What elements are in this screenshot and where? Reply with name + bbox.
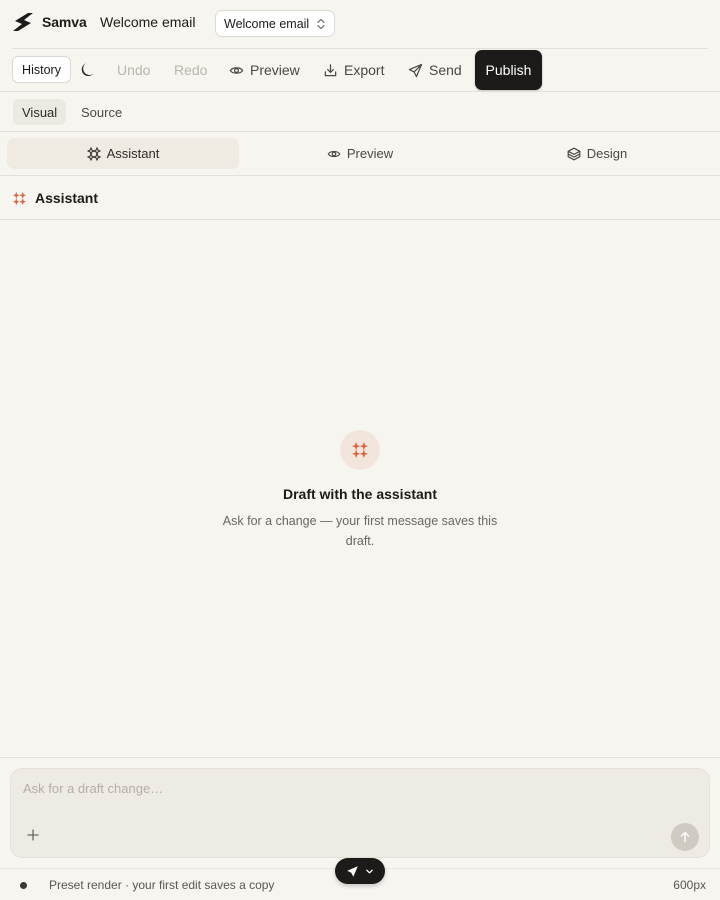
layers-icon <box>567 147 581 160</box>
assistant-empty-state: Draft with the assistant Ask for a chang… <box>0 430 720 551</box>
panel-header-divider <box>0 219 720 220</box>
assistant-prompt-input[interactable] <box>23 781 623 796</box>
brand-name: Samva <box>42 14 87 30</box>
template-select-value: Welcome email <box>224 16 310 31</box>
undo-button[interactable]: Undo <box>117 62 150 78</box>
history-button[interactable]: History <box>12 56 71 83</box>
canvas-width-readout[interactable]: 600px <box>673 878 706 892</box>
sparkle-icon <box>352 442 368 458</box>
composer-divider <box>0 757 720 758</box>
paper-plane-icon <box>347 865 358 877</box>
redo-label: Redo <box>174 62 208 78</box>
tab-assistant[interactable]: Assistant <box>7 138 239 169</box>
arrow-up-icon <box>680 831 690 843</box>
top-bar: Samva Welcome email Welcome email <box>0 0 720 48</box>
samva-logo-icon <box>13 13 33 31</box>
tab-design[interactable]: Design <box>481 138 713 169</box>
plus-icon[interactable] <box>25 827 41 843</box>
empty-state-badge <box>340 430 380 470</box>
editor-mode-switch: Visual Source <box>0 92 720 132</box>
moon-icon[interactable] <box>80 61 97 78</box>
assistant-panel-title: Assistant <box>35 190 99 206</box>
preview-label: Preview <box>250 62 300 78</box>
send-label: Send <box>429 62 462 78</box>
tab-design-label: Design <box>586 146 628 161</box>
export-icon <box>324 63 337 76</box>
eye-icon <box>327 150 341 157</box>
document-title: Welcome email <box>100 14 196 30</box>
editor-toolbar: History Undo Redo Preview Export Send Pu… <box>0 49 720 91</box>
empty-state-title: Draft with the assistant <box>282 486 438 502</box>
tab-preview-label: Preview <box>346 146 394 161</box>
send-button[interactable]: Send <box>408 62 462 78</box>
eye-icon <box>229 66 244 74</box>
paper-plane-icon <box>408 63 423 77</box>
status-indicator <box>20 882 27 889</box>
brand-logo[interactable]: Samva <box>12 11 87 33</box>
template-select[interactable]: Welcome email <box>215 10 335 37</box>
chevron-down-icon <box>366 869 373 873</box>
assistant-panel-header: Assistant <box>0 176 720 220</box>
assistant-composer <box>10 768 710 858</box>
sparkle-icon <box>12 191 27 205</box>
sparkle-icon <box>86 146 101 161</box>
visual-mode-tab[interactable]: Visual <box>13 99 67 125</box>
panel-tabs: Assistant Preview Design <box>0 132 720 176</box>
publish-button[interactable]: Publish <box>475 50 542 90</box>
tab-preview[interactable]: Preview <box>244 138 476 169</box>
tab-assistant-label: Assistant <box>106 146 160 161</box>
undo-label: Undo <box>117 62 151 78</box>
source-mode-tab[interactable]: Source <box>72 99 131 125</box>
export-label: Export <box>344 62 385 78</box>
chevron-updown-icon <box>317 18 325 29</box>
status-text: Preset render · your first edit saves a … <box>49 878 275 892</box>
app-window: Samva Welcome email Welcome email Histor… <box>0 0 720 900</box>
export-button[interactable]: Export <box>323 62 384 78</box>
send-options-menu-button[interactable] <box>335 858 385 884</box>
redo-button[interactable]: Redo <box>174 62 207 78</box>
submit-prompt-button[interactable] <box>671 823 699 851</box>
empty-state-description: Ask for a change — your first message sa… <box>222 514 498 548</box>
preview-button[interactable]: Preview <box>229 62 300 78</box>
